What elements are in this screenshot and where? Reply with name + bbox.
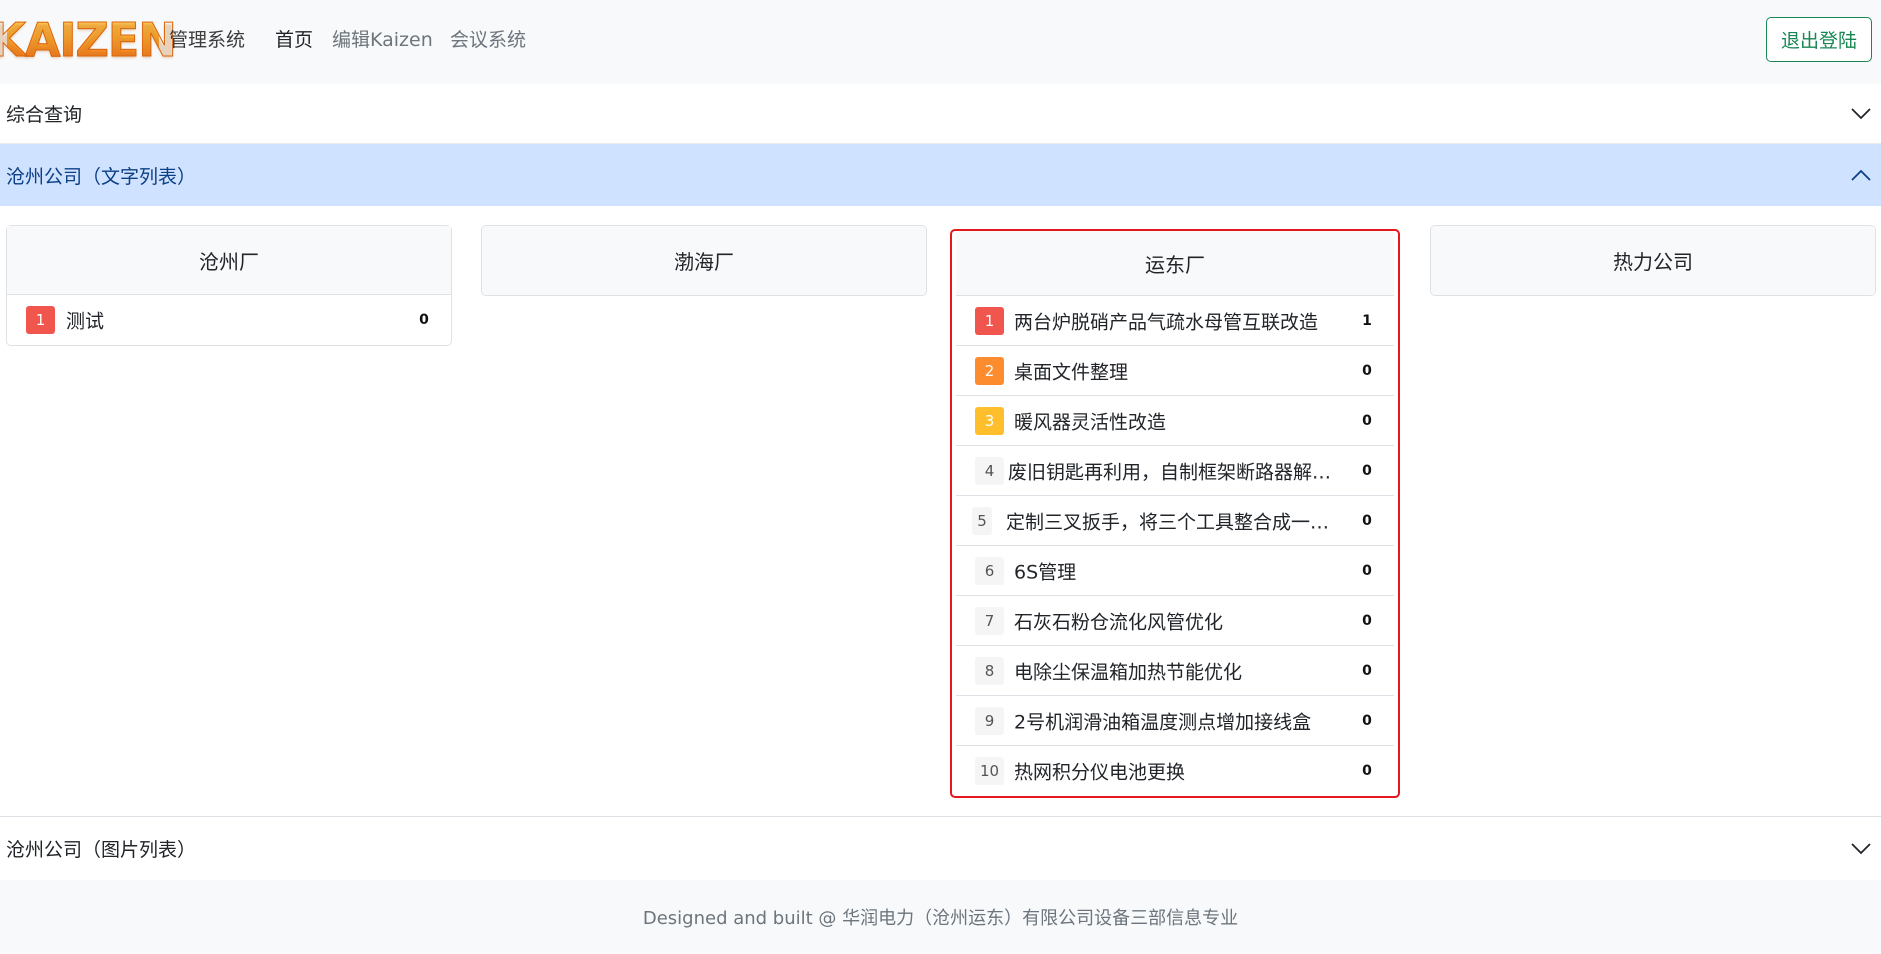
count-badge: 0 [1354,608,1380,633]
card-title: 渤海厂 [482,226,926,295]
nav-link-meeting-system[interactable]: 会议系统 [450,25,526,52]
item-title: 测试 [66,310,105,333]
list-item[interactable]: 1 测试 0 [7,295,451,345]
count-badge: 0 [1354,408,1380,433]
item-title: 6S管理 [1014,561,1077,583]
accordion-header-general-query[interactable]: 综合查询 [0,84,1881,144]
nav-link-edit-kaizen[interactable]: 编辑Kaizen [332,25,433,52]
chevron-down-icon [1851,842,1871,854]
list-item[interactable]: 10 热网积分仪电池更换 0 [956,746,1394,796]
item-title: 热网积分仪电池更换 [1014,761,1186,784]
item-title: 桌面文件整理 [1014,361,1129,383]
list-item[interactable]: 1 两台炉脱硝产品气疏水母管互联改造 1 [956,296,1394,346]
list-item[interactable]: 8 电除尘保温箱加热节能优化 0 [956,646,1394,696]
rank-badge: 6 [975,557,1004,585]
card-title: 热力公司 [1431,226,1875,295]
list-item[interactable]: 5 定制三叉扳手，将三个工具整合成一，方便携带使用 0 [956,496,1394,546]
card-title: 沧州厂 [7,226,451,295]
count-badge: 0 [411,308,437,332]
kaizen-logo[interactable]: KAIZEN [0,8,177,72]
rank-badge: 2 [975,357,1004,385]
list-item[interactable]: 9 2号机润滑油箱温度测点增加接线盒 0 [956,696,1394,746]
accordion-label: 综合查询 [6,104,83,126]
item-title: 废旧钥匙再利用，自制框架断路器解锁工具 [1008,461,1346,483]
count-badge: 0 [1354,658,1380,683]
logout-button[interactable]: 退出登陆 [1766,17,1872,62]
rank-badge: 8 [975,657,1004,685]
footer-text: Designed and built @ 华润电力（沧州运东）有限公司设备三部信… [642,908,1239,929]
plant-card-heat-company: 热力公司 [1430,225,1876,296]
list-item[interactable]: 2 桌面文件整理 0 [956,346,1394,396]
accordion-header-image-list[interactable]: 沧州公司（图片列表） [0,816,1881,880]
item-title: 石灰石粉仓流化风管优化 [1014,611,1224,633]
nav-link-home[interactable]: 首页 [275,25,313,52]
list-item[interactable]: 6 6S管理 0 [956,546,1394,596]
chevron-up-icon [1851,169,1871,181]
item-title: 定制三叉扳手，将三个工具整合成一，方便携带使用 [1006,511,1346,533]
rank-badge: 9 [975,707,1004,735]
item-title: 暖风器灵活性改造 [1014,411,1167,433]
count-badge: 0 [1354,508,1380,533]
rank-badge: 3 [975,407,1004,435]
top-navbar: KAIZEN 管理系统 首页 编辑Kaizen 会议系统 退出登陆 [0,0,1881,84]
rank-badge: 4 [975,457,1004,485]
list-item[interactable]: 4 废旧钥匙再利用，自制框架断路器解锁工具 0 [956,446,1394,496]
item-title: 2号机润滑油箱温度测点增加接线盒 [1014,711,1312,733]
accordion-label: 沧州公司（图片列表） [6,839,197,861]
card-title: 运东厂 [956,231,1394,296]
count-badge: 0 [1354,358,1380,383]
plant-card-bohai: 渤海厂 [481,225,927,296]
count-badge: 0 [1354,458,1380,483]
item-list: 1 两台炉脱硝产品气疏水母管互联改造 1 2 桌面文件整理 0 3 暖风器灵活性… [956,296,1394,796]
item-title: 两台炉脱硝产品气疏水母管互联改造 [1014,311,1319,333]
rank-badge: 5 [972,507,992,535]
accordion-label: 沧州公司（文字列表） [6,165,197,188]
accordion-header-text-list[interactable]: 沧州公司（文字列表） [0,144,1881,206]
count-badge: 0 [1354,558,1380,583]
count-badge: 1 [1354,308,1380,333]
count-badge: 0 [1354,708,1380,733]
plant-card-yundong: 运东厂 1 两台炉脱硝产品气疏水母管互联改造 1 2 桌面文件整理 0 3 暖风… [950,229,1400,798]
page-footer: Designed and built @ 华润电力（沧州运东）有限公司设备三部信… [0,880,1881,954]
rank-badge: 1 [26,306,55,334]
chevron-down-icon [1851,107,1871,119]
rank-badge: 10 [975,757,1004,785]
list-item[interactable]: 7 石灰石粉仓流化风管优化 0 [956,596,1394,646]
plant-card-cangzhou: 沧州厂 1 测试 0 [6,225,452,346]
item-title: 电除尘保温箱加热节能优化 [1014,661,1243,683]
rank-badge: 7 [975,607,1004,635]
brand-text[interactable]: 管理系统 [169,25,245,52]
list-item[interactable]: 3 暖风器灵活性改造 0 [956,396,1394,446]
count-badge: 0 [1354,759,1380,783]
rank-badge: 1 [975,307,1004,335]
